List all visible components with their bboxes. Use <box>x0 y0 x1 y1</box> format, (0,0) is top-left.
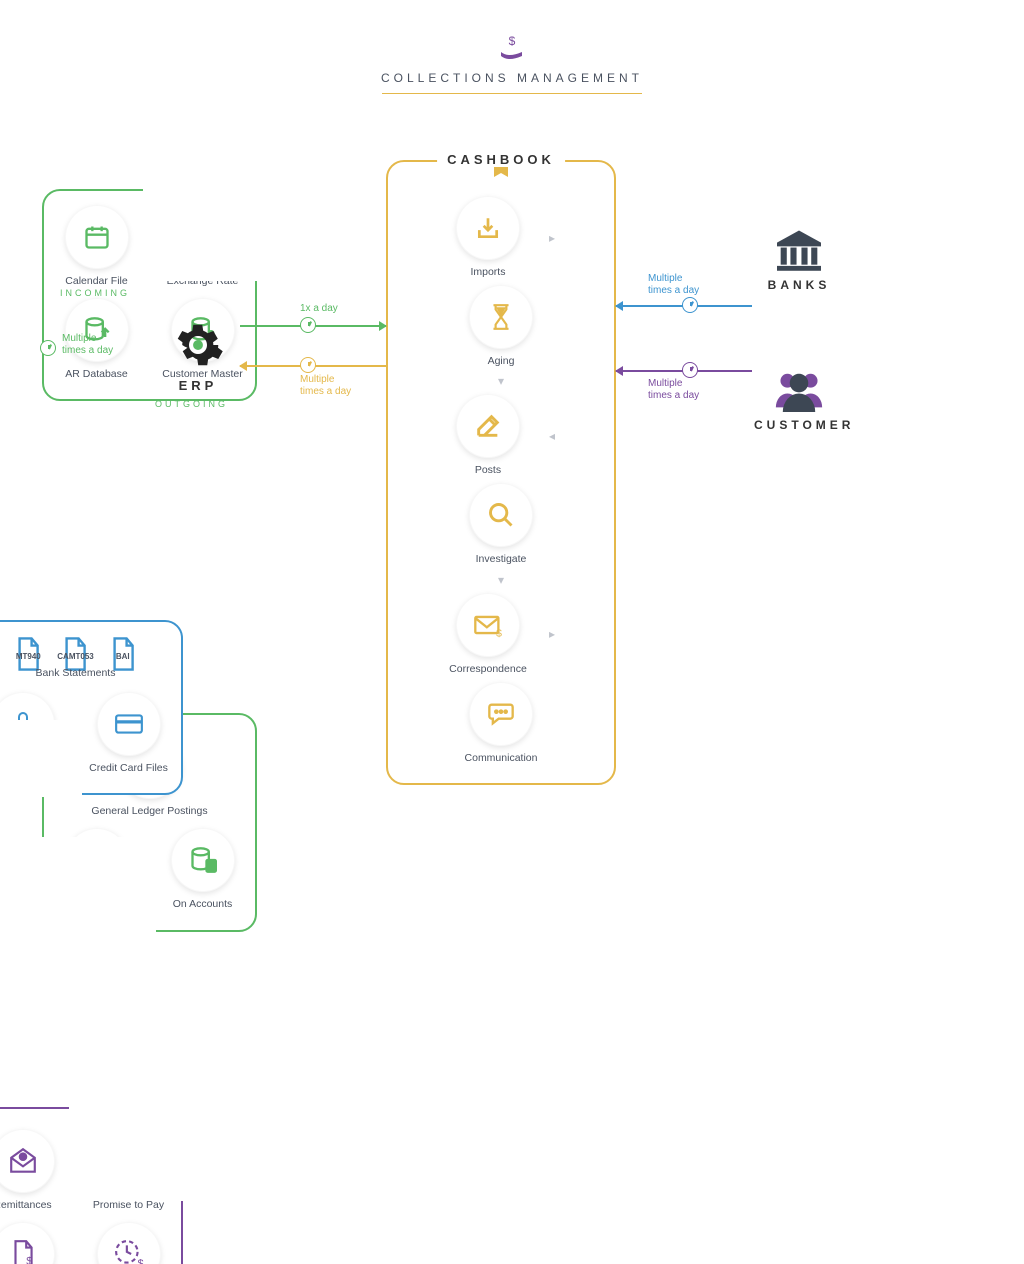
node-investigate: Investigate <box>460 483 542 566</box>
calendar-icon <box>65 205 129 269</box>
panel-banks: MT940 CAMT053 BAI Bank Statements Lockbo… <box>0 620 183 795</box>
mail-dollar-icon: $ <box>456 593 520 657</box>
erp-label: ERP <box>168 378 228 393</box>
chevron-down-icon: ▾ <box>398 374 604 388</box>
chevron-right-icon: ▸ <box>549 627 555 641</box>
badge-incoming: INCOMING <box>60 288 130 298</box>
gear-icon <box>168 318 228 372</box>
node-paid-invoices: Paid Invoices <box>56 828 138 911</box>
banks-label: BANKS <box>754 278 844 292</box>
node-promise-to-pay: Promise to Pay <box>88 1129 170 1212</box>
node-aging: Aging <box>460 285 542 368</box>
freq-label: Multiple times a day <box>300 374 360 398</box>
lock-icon <box>0 692 55 756</box>
customer-label: CUSTOMER <box>754 418 844 432</box>
erp-hub: ERP <box>168 318 228 393</box>
edit-icon <box>456 394 520 458</box>
bank-icon <box>754 228 844 272</box>
chevron-right-icon: ▸ <box>549 231 555 245</box>
freq-label: 1x a day <box>300 303 338 315</box>
chevron-left-icon: ◂ <box>549 429 555 443</box>
node-calendar-file: Calendar File <box>56 205 138 288</box>
database-calc-icon <box>171 828 235 892</box>
chat-icon <box>469 682 533 746</box>
collections-icon: $ <box>498 36 526 60</box>
database-check-icon <box>65 828 129 892</box>
handshake-icon <box>97 1129 161 1193</box>
node-communication: Communication <box>460 682 542 765</box>
freq-label: Multiple times a day <box>648 273 708 297</box>
svg-text:$: $ <box>195 223 203 238</box>
import-icon <box>456 196 520 260</box>
badge-outgoing: OUTGOING <box>155 399 228 409</box>
file-mt940: MT940 <box>13 636 43 661</box>
clock-icon <box>40 340 56 356</box>
exchange-rate-icon: $€ <box>171 205 235 269</box>
svg-text:$: $ <box>26 1256 32 1264</box>
clock-icon <box>682 297 698 313</box>
dunning-clock-icon: $ <box>97 1222 161 1264</box>
node-imports: Imports <box>447 196 529 279</box>
node-remittances: Remittances <box>0 1129 64 1212</box>
page-title: COLLECTIONS MANAGEMENT <box>0 71 1024 94</box>
clock-icon <box>300 357 316 373</box>
file-camt053: CAMT053 <box>57 636 93 661</box>
chevron-down-icon: ▾ <box>398 573 604 587</box>
node-statements: $ Statements <box>0 1222 64 1264</box>
svg-text:$: $ <box>509 36 516 48</box>
remittance-icon <box>0 1129 55 1193</box>
svg-text:$: $ <box>496 628 502 637</box>
panel-cashbook: CASHBOOK Imports ▸ Aging ▾ Posts ◂ <box>386 160 616 785</box>
freq-label: Multiple times a day <box>648 378 708 402</box>
svg-text:$: $ <box>137 1258 143 1264</box>
node-credit-card-files: Credit Card Files <box>88 692 170 775</box>
clock-icon <box>300 317 316 333</box>
people-icon <box>754 368 844 412</box>
banks-hub: BANKS <box>754 228 844 292</box>
clock-icon <box>682 362 698 378</box>
node-exchange-rate: $€ Exchange Rate <box>162 205 244 288</box>
node-on-accounts: On Accounts <box>162 828 244 911</box>
magnify-icon <box>469 483 533 547</box>
hourglass-icon <box>469 285 533 349</box>
statement-icon: $ <box>0 1222 55 1264</box>
svg-text:€: € <box>204 235 212 250</box>
node-lockbox: Lockbox <box>0 692 64 775</box>
node-posts: Posts <box>447 394 529 477</box>
customer-hub: CUSTOMER <box>754 368 844 432</box>
bookmark-icon <box>494 167 508 177</box>
cashbook-title: CASHBOOK <box>437 152 565 167</box>
node-dunning: $ Dunning <box>88 1222 170 1264</box>
file-bai: BAI <box>108 636 138 661</box>
panel-customer: Remittances Promise to Pay $ Statements … <box>0 1107 183 1264</box>
node-correspondence: $ Correspondence <box>447 593 529 676</box>
freq-label: Multiple times a day <box>62 333 122 357</box>
header: $ COLLECTIONS MANAGEMENT <box>0 0 1024 94</box>
card-icon <box>97 692 161 756</box>
